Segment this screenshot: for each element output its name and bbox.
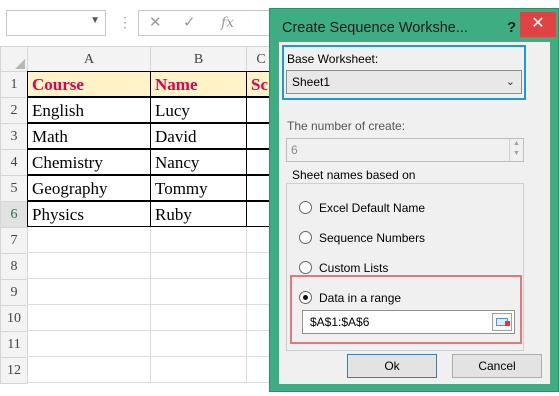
sheet-names-group-label: Sheet names based on (289, 168, 419, 182)
row-header[interactable]: 6 (0, 201, 28, 228)
radio-sequence-numbers[interactable] (299, 231, 312, 244)
cell[interactable] (27, 357, 151, 383)
cell[interactable]: Nancy (150, 149, 247, 175)
radio-label-custom-lists[interactable]: Custom Lists (319, 261, 388, 275)
row-header[interactable]: 4 (0, 149, 28, 176)
row-header[interactable]: 2 (0, 97, 28, 124)
radio-label-excel-default-name[interactable]: Excel Default Name (319, 201, 425, 215)
radio-label-data-in-a-range[interactable]: Data in a range (319, 291, 401, 305)
spinner-icon[interactable]: ▲ ▼ (509, 139, 523, 161)
close-icon[interactable]: ✕ (520, 12, 556, 37)
cell[interactable]: Name (150, 71, 247, 97)
row-header[interactable]: 5 (0, 175, 28, 202)
confirm-entry-icon[interactable]: ✓ (183, 14, 196, 32)
row-header[interactable]: 11 (0, 331, 28, 358)
name-box[interactable]: ▼ (6, 10, 106, 36)
cell[interactable]: Math (27, 123, 151, 149)
cell[interactable]: Physics (27, 201, 151, 227)
cell[interactable]: Lucy (150, 97, 247, 123)
cell[interactable] (27, 305, 151, 331)
formula-buttons: ✕ ✓ fx (138, 10, 270, 36)
range-input[interactable]: $A$1:$A$6 (302, 310, 515, 334)
cell[interactable]: Chemistry (27, 149, 151, 175)
radio-custom-lists[interactable] (299, 261, 312, 274)
insert-function-icon[interactable]: fx (221, 14, 234, 32)
cell[interactable] (27, 279, 151, 305)
row-header[interactable]: 9 (0, 279, 28, 306)
chevron-down-icon[interactable]: ⌄ (506, 75, 515, 88)
cell[interactable] (27, 331, 151, 357)
cell[interactable]: Ruby (150, 201, 247, 227)
column-header-b[interactable]: B (150, 46, 247, 72)
base-worksheet-label: Base Worksheet: (287, 52, 379, 66)
dialog-title: Create Sequence Workshe... (282, 20, 468, 36)
cell[interactable] (150, 357, 247, 383)
cell[interactable] (27, 227, 151, 253)
row-header[interactable]: 7 (0, 227, 28, 254)
cell[interactable] (150, 279, 247, 305)
row-header[interactable]: 10 (0, 305, 28, 332)
cell[interactable] (150, 253, 247, 279)
ok-button[interactable]: Ok (347, 354, 437, 378)
more-icon: ⋮ (118, 14, 132, 30)
cell[interactable]: David (150, 123, 247, 149)
column-header-a[interactable]: A (27, 46, 151, 72)
row-header[interactable]: 8 (0, 253, 28, 280)
radio-data-in-a-range[interactable] (299, 291, 312, 304)
chevron-down-icon[interactable]: ▼ (90, 15, 100, 26)
number-of-create-value: 6 (291, 143, 298, 157)
base-worksheet-value: Sheet1 (292, 75, 331, 89)
number-of-create-input[interactable]: 6 ▲ ▼ (286, 138, 524, 162)
cell[interactable] (27, 253, 151, 279)
row-header[interactable]: 1 (0, 71, 28, 98)
cell[interactable]: Course (27, 71, 151, 97)
create-sequence-worksheets-dialog: Create Sequence Workshe... ? ✕ Base Work… (269, 8, 559, 392)
number-of-create-label: The number of create: (287, 119, 406, 133)
cell[interactable] (150, 331, 247, 357)
base-worksheet-select[interactable]: Sheet1 ⌄ (286, 70, 522, 94)
dialog-body: Base Worksheet: Sheet1 ⌄ The number of c… (279, 42, 550, 384)
cell[interactable]: Tommy (150, 175, 247, 201)
cell[interactable] (150, 305, 247, 331)
cell[interactable] (150, 227, 247, 253)
cancel-button[interactable]: Cancel (452, 354, 542, 378)
help-icon[interactable]: ? (507, 19, 516, 36)
select-range-icon[interactable] (492, 313, 512, 331)
row-header[interactable]: 3 (0, 123, 28, 150)
cancel-entry-icon[interactable]: ✕ (149, 14, 162, 32)
range-value: $A$1:$A$6 (310, 315, 370, 329)
select-all-corner[interactable] (0, 46, 28, 72)
radio-label-sequence-numbers[interactable]: Sequence Numbers (319, 231, 425, 245)
radio-excel-default-name[interactable] (299, 201, 312, 214)
cell[interactable]: Geography (27, 175, 151, 201)
cell[interactable]: English (27, 97, 151, 123)
row-header[interactable]: 12 (0, 357, 28, 384)
